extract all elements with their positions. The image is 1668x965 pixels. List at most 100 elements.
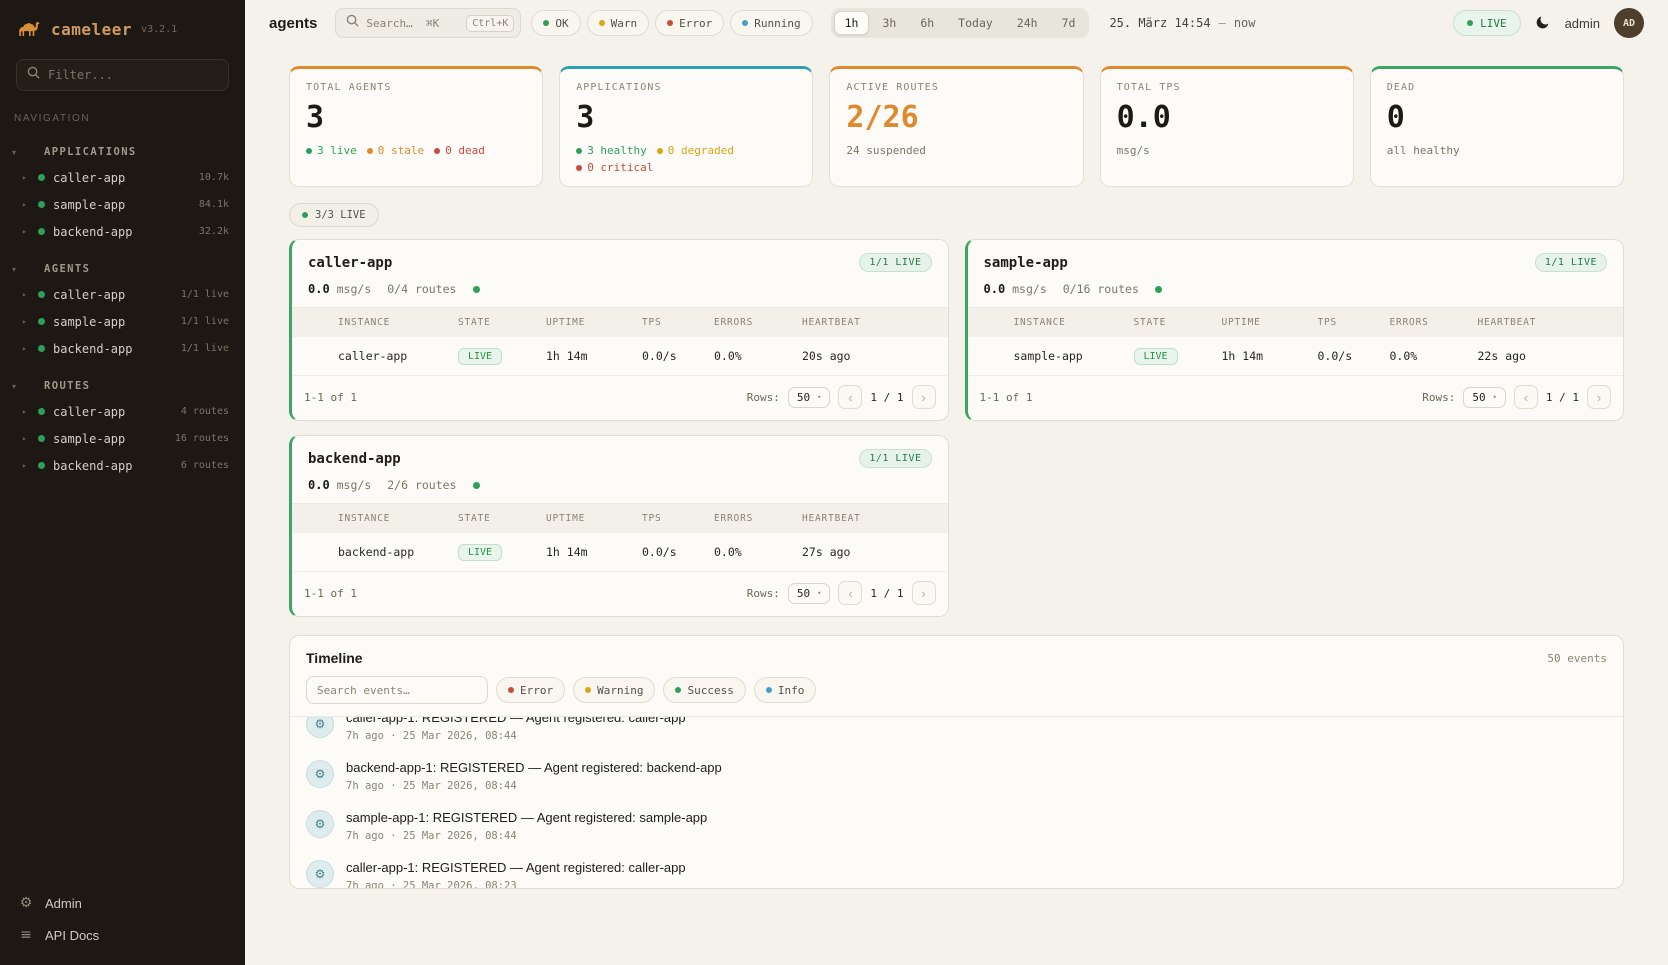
list-icon: ≡ — [18, 927, 34, 943]
timeline-event[interactable]: ⚙ backend-app-1: REGISTERED — Agent regi… — [298, 751, 1615, 801]
count-badge: 1/1 live — [181, 343, 229, 354]
prev-page-button[interactable]: ‹ — [1514, 385, 1538, 409]
sidebar-filter-input[interactable] — [48, 68, 218, 82]
sidebar-item-agent-backend[interactable]: ▸ backend-app 1/1 live — [0, 335, 245, 362]
section-header-agents[interactable]: ▾ AGENTS — [0, 257, 245, 281]
sidebar-item-agent-sample[interactable]: ▸ sample-app 1/1 live — [0, 308, 245, 335]
sidebar-item-app-sample[interactable]: ▸ sample-app 84.1k — [0, 191, 245, 218]
content-area: TOTAL AGENTS 3 3 live 0 stale 0 dead APP… — [245, 46, 1668, 965]
prev-page-button[interactable]: ‹ — [838, 581, 862, 605]
chevron-down-icon: ▾ — [817, 589, 821, 597]
gear-icon: ⚙ — [306, 760, 334, 788]
rows-per-page-select[interactable]: 50▾ — [1463, 387, 1505, 408]
timeline-event[interactable]: ⚙ caller-app-1: REGISTERED — Agent regis… — [298, 851, 1615, 888]
next-page-button[interactable]: › — [1587, 385, 1611, 409]
status-dot — [657, 148, 663, 154]
gear-icon: ⚙ — [18, 895, 34, 911]
chevron-right-icon: ▸ — [22, 407, 30, 416]
app-version: v3.2.1 — [141, 24, 177, 35]
dark-mode-toggle[interactable] — [1535, 14, 1551, 33]
topbar-right: LIVE admin AD — [1453, 8, 1644, 38]
range-button-6h[interactable]: 6h — [909, 11, 945, 35]
sidebar-item-route-caller[interactable]: ▸ caller-app 4 routes — [0, 398, 245, 425]
live-status-toggle[interactable]: LIVE — [1453, 10, 1521, 36]
page-indicator: 1 / 1 — [870, 391, 903, 404]
range-button-24h[interactable]: 24h — [1006, 11, 1049, 35]
next-page-button[interactable]: › — [912, 385, 936, 409]
chevron-down-icon: ▾ — [1493, 393, 1497, 401]
table-row[interactable]: caller-app LIVE 1h 14m 0.0/s 0.0% 20s ag… — [292, 337, 948, 375]
sidebar-item-app-caller[interactable]: ▸ caller-app 10.7k — [0, 164, 245, 191]
page-title: agents — [269, 15, 317, 32]
timeline-chip-warning[interactable]: Warning — [573, 677, 655, 703]
row-range-label: 1-1 of 1 — [304, 587, 357, 600]
table-row[interactable]: sample-app LIVE 1h 14m 0.0/s 0.0% 22s ag… — [968, 337, 1624, 375]
section-header-routes[interactable]: ▾ ROUTES — [0, 374, 245, 398]
rows-per-page-select[interactable]: 50▾ — [788, 387, 830, 408]
timeline-search-input[interactable] — [306, 676, 488, 704]
camel-logo-icon — [16, 16, 42, 43]
sidebar-item-app-backend[interactable]: ▸ backend-app 32.2k — [0, 218, 245, 245]
timeline-title: Timeline — [306, 650, 363, 666]
prev-page-button[interactable]: ‹ — [838, 385, 862, 409]
status-dot — [473, 482, 480, 489]
app-card-title: caller-app — [308, 255, 392, 271]
chevron-down-icon: ▾ — [12, 382, 22, 391]
sidebar-item-agent-caller[interactable]: ▸ caller-app 1/1 live — [0, 281, 245, 308]
apps-grid: caller-app 1/1 LIVE 0.0 msg/s 0/4 routes… — [289, 239, 1624, 617]
timeline-chip-info[interactable]: Info — [754, 677, 817, 703]
timeline-chip-success[interactable]: Success — [663, 677, 745, 703]
sidebar-item-route-backend[interactable]: ▸ backend-app 6 routes — [0, 452, 245, 479]
next-page-button[interactable]: › — [912, 581, 936, 605]
state-badge: LIVE — [458, 544, 502, 561]
stat-card-applications: APPLICATIONS 3 3 healthy 0 degraded 0 cr… — [559, 66, 813, 187]
gear-icon: ⚙ — [306, 716, 334, 738]
table-header: INSTANCE STATE UPTIME TPS ERRORS HEARTBE… — [968, 307, 1624, 337]
status-dot — [38, 228, 45, 235]
filter-chip-warn[interactable]: Warn — [587, 10, 650, 36]
page-indicator: 1 / 1 — [870, 587, 903, 600]
moon-icon — [1535, 14, 1551, 33]
sidebar-item-admin[interactable]: ⚙ Admin — [18, 895, 227, 911]
app-card-title: sample-app — [984, 255, 1068, 271]
app-card-caller-app: caller-app 1/1 LIVE 0.0 msg/s 0/4 routes… — [289, 239, 949, 421]
count-badge: 84.1k — [199, 199, 229, 210]
timeline-chip-error[interactable]: Error — [496, 677, 565, 703]
filter-chip-error[interactable]: Error — [655, 10, 724, 36]
count-badge: 1/1 live — [181, 316, 229, 327]
chevron-right-icon: ▸ — [22, 173, 30, 182]
range-button-3h[interactable]: 3h — [871, 11, 907, 35]
time-range-selector: 1h 3h 6h Today 24h 7d — [831, 8, 1090, 38]
status-dot — [599, 20, 605, 26]
range-button-7d[interactable]: 7d — [1051, 11, 1087, 35]
status-dot — [306, 148, 312, 154]
sidebar-item-api-docs[interactable]: ≡ API Docs — [18, 927, 227, 943]
live-badge: 1/1 LIVE — [859, 253, 931, 272]
range-button-today[interactable]: Today — [947, 11, 1004, 35]
chevron-right-icon: ▸ — [22, 434, 30, 443]
datetime-display: 25. März 14:54 — now — [1109, 16, 1255, 30]
section-header-applications[interactable]: ▾ APPLICATIONS — [0, 140, 245, 164]
app-logo: cameleer v3.2.1 — [0, 0, 245, 55]
sidebar-item-route-sample[interactable]: ▸ sample-app 16 routes — [0, 425, 245, 452]
sidebar-filter — [16, 59, 229, 91]
count-badge: 10.7k — [199, 172, 229, 183]
rows-per-page-select[interactable]: 50▾ — [788, 583, 830, 604]
live-badge: 1/1 LIVE — [1535, 253, 1607, 272]
stats-row: TOTAL AGENTS 3 3 live 0 stale 0 dead APP… — [289, 66, 1624, 187]
filter-chip-running[interactable]: Running — [730, 10, 812, 36]
timeline-event[interactable]: ⚙ caller-app-1: REGISTERED — Agent regis… — [298, 716, 1615, 751]
nav-section-applications: ▾ APPLICATIONS ▸ caller-app 10.7k ▸ samp… — [0, 140, 245, 245]
range-button-1h[interactable]: 1h — [834, 11, 870, 35]
table-row[interactable]: backend-app LIVE 1h 14m 0.0/s 0.0% 27s a… — [292, 533, 948, 571]
search-input[interactable] — [366, 17, 459, 30]
timeline-event-list[interactable]: ⚙ caller-app-1: REGISTERED — Agent regis… — [290, 716, 1623, 888]
stat-card-active-routes: ACTIVE ROUTES 2/26 24 suspended — [829, 66, 1083, 187]
avatar[interactable]: AD — [1614, 8, 1644, 38]
gear-icon: ⚙ — [306, 860, 334, 888]
nav-section-routes: ▾ ROUTES ▸ caller-app 4 routes ▸ sample-… — [0, 374, 245, 479]
timeline-event[interactable]: ⚙ sample-app-1: REGISTERED — Agent regis… — [298, 801, 1615, 851]
app-card-title: backend-app — [308, 451, 401, 467]
status-filter-chips: OK Warn Error Running — [531, 10, 812, 36]
filter-chip-ok[interactable]: OK — [531, 10, 580, 36]
